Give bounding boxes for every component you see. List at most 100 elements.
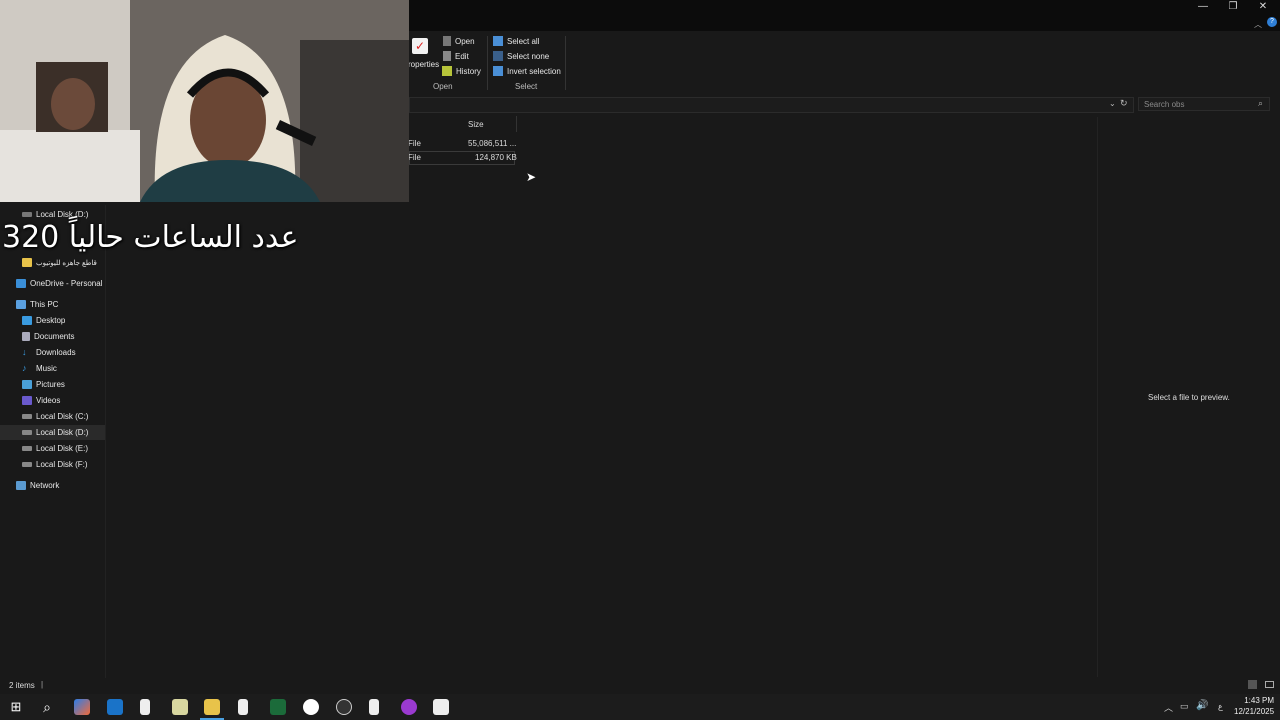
nav-item-videos[interactable]: Videos: [22, 393, 127, 408]
notepad-icon[interactable]: [369, 699, 379, 715]
browser-icon[interactable]: [107, 699, 123, 715]
refresh-icon[interactable]: ↻: [1120, 98, 1128, 109]
drive-icon: [22, 446, 32, 451]
network-icon: [16, 481, 26, 490]
drive-icon: [22, 430, 32, 435]
excel-icon[interactable]: [270, 699, 286, 715]
file-icon[interactable]: [140, 699, 150, 715]
nav-label: Local Disk (D:): [36, 428, 89, 437]
nav-item-downloads[interactable]: ↓ Downloads: [22, 345, 127, 360]
file-size-cell[interactable]: 55,086,511 ...: [468, 139, 516, 148]
document-icon[interactable]: [238, 699, 248, 715]
nav-item-local-disk-f[interactable]: Local Disk (F:): [22, 457, 127, 472]
clock-app-icon[interactable]: [303, 699, 319, 715]
open-button[interactable]: Open: [443, 36, 475, 46]
desktop-icon: [22, 316, 32, 325]
select-none-button[interactable]: Select none: [493, 51, 549, 61]
nav-label: قاطع جاهزه لليوتيوب: [36, 259, 97, 267]
nav-label: Local Disk (C:): [36, 412, 89, 421]
properties-icon[interactable]: ✓: [412, 38, 428, 54]
nav-item-desktop[interactable]: Desktop: [22, 313, 127, 328]
details-view-icon[interactable]: [1248, 680, 1257, 689]
open-group-label: Open: [433, 82, 453, 91]
preview-placeholder: Select a file to preview.: [1148, 393, 1230, 402]
tray-chevron-icon[interactable]: ︿: [1164, 701, 1173, 714]
mouse-cursor-icon: ➤: [526, 170, 537, 184]
nav-label: Local Disk (E:): [36, 444, 89, 453]
invert-selection-label: Invert selection: [507, 66, 561, 76]
search-icon[interactable]: ⌕: [39, 699, 55, 715]
file-explorer-icon[interactable]: [204, 699, 220, 715]
webcam-image: [0, 0, 409, 202]
group-divider: [565, 36, 566, 90]
start-icon[interactable]: ⊞: [8, 699, 24, 715]
volume-icon[interactable]: 🔊: [1196, 700, 1208, 711]
nav-item-youtube-clips[interactable]: قاطع جاهزه لليوتيوب: [22, 255, 127, 270]
nav-item-local-disk-c[interactable]: Local Disk (C:): [22, 409, 127, 424]
status-bar: 2 items |: [0, 679, 1280, 692]
collapse-ribbon-icon[interactable]: ︿: [1254, 19, 1262, 30]
group-divider: [487, 36, 488, 90]
nav-label: Videos: [36, 396, 61, 405]
onedrive-icon: [16, 279, 26, 288]
history-label: History: [456, 66, 481, 76]
nav-label: Music: [36, 364, 57, 373]
address-bar[interactable]: [409, 97, 1134, 113]
computer-icon: [16, 300, 26, 309]
edit-button[interactable]: Edit: [443, 51, 469, 61]
nav-item-onedrive[interactable]: OneDrive - Personal: [16, 276, 121, 291]
language-indicator[interactable]: ع: [1218, 702, 1223, 711]
nav-label: Local Disk (D:): [36, 210, 89, 219]
large-icons-view-icon[interactable]: [1265, 681, 1274, 688]
close-button[interactable]: ✕: [1248, 0, 1278, 14]
capcut-icon[interactable]: [433, 699, 449, 715]
file-size-cell[interactable]: 124,870 KB: [475, 153, 517, 162]
open-label: Open: [455, 36, 475, 46]
column-divider[interactable]: [516, 116, 517, 132]
nav-label: Downloads: [36, 348, 76, 357]
search-input[interactable]: Search obs: [1138, 97, 1270, 111]
store-icon[interactable]: [172, 699, 188, 715]
copilot-icon[interactable]: [74, 699, 90, 715]
music-icon: ♪: [22, 363, 27, 373]
history-icon: [442, 66, 452, 76]
select-none-label: Select none: [507, 51, 550, 61]
videos-icon: [22, 396, 32, 405]
nav-item-pictures[interactable]: Pictures: [22, 377, 127, 392]
minimize-button[interactable]: —: [1188, 0, 1218, 14]
nav-item-music[interactable]: ♪ Music: [22, 361, 127, 376]
nav-item-local-disk-d[interactable]: Local Disk (D:): [0, 425, 105, 440]
nav-label: Local Disk (F:): [36, 460, 88, 469]
hours-counter-overlay: عدد الساعات حالياً 320: [2, 220, 299, 255]
nav-item-network[interactable]: Network: [16, 478, 121, 493]
column-header-size[interactable]: Size: [468, 120, 484, 129]
search-icon: ⌕: [1258, 98, 1264, 108]
pictures-icon: [22, 380, 32, 389]
select-all-icon: [493, 36, 503, 46]
download-icon: ↓: [22, 347, 27, 357]
nav-item-this-pc[interactable]: This PC: [16, 297, 121, 312]
documents-icon: [22, 332, 30, 341]
select-all-button[interactable]: Select all: [493, 36, 539, 46]
nav-item-documents[interactable]: Documents: [22, 329, 127, 344]
open-icon: [443, 36, 451, 46]
properties-button[interactable]: roperties: [408, 60, 439, 69]
chat-app-icon[interactable]: [401, 699, 417, 715]
invert-selection-button[interactable]: Invert selection: [493, 66, 561, 76]
status-separator: |: [41, 680, 44, 689]
obs-icon[interactable]: [336, 699, 352, 715]
select-none-icon: [493, 51, 503, 61]
file-type-cell[interactable]: File: [408, 139, 421, 148]
nav-item-local-disk-e[interactable]: Local Disk (E:): [22, 441, 127, 456]
preview-divider[interactable]: [1097, 117, 1098, 677]
help-icon[interactable]: ?: [1267, 17, 1277, 27]
network-tray-icon[interactable]: ▭: [1180, 701, 1189, 712]
history-button[interactable]: History: [442, 66, 481, 76]
clock-time[interactable]: 1:43 PM: [1236, 696, 1274, 705]
clock-date[interactable]: 12/21/2025: [1234, 707, 1274, 716]
address-dropdown-icon[interactable]: ⌄: [1109, 99, 1116, 108]
nav-label: OneDrive - Personal: [30, 279, 103, 288]
file-type-cell[interactable]: File: [408, 153, 421, 162]
webcam-overlay: [0, 0, 409, 202]
maximize-button[interactable]: ❐: [1218, 0, 1248, 14]
